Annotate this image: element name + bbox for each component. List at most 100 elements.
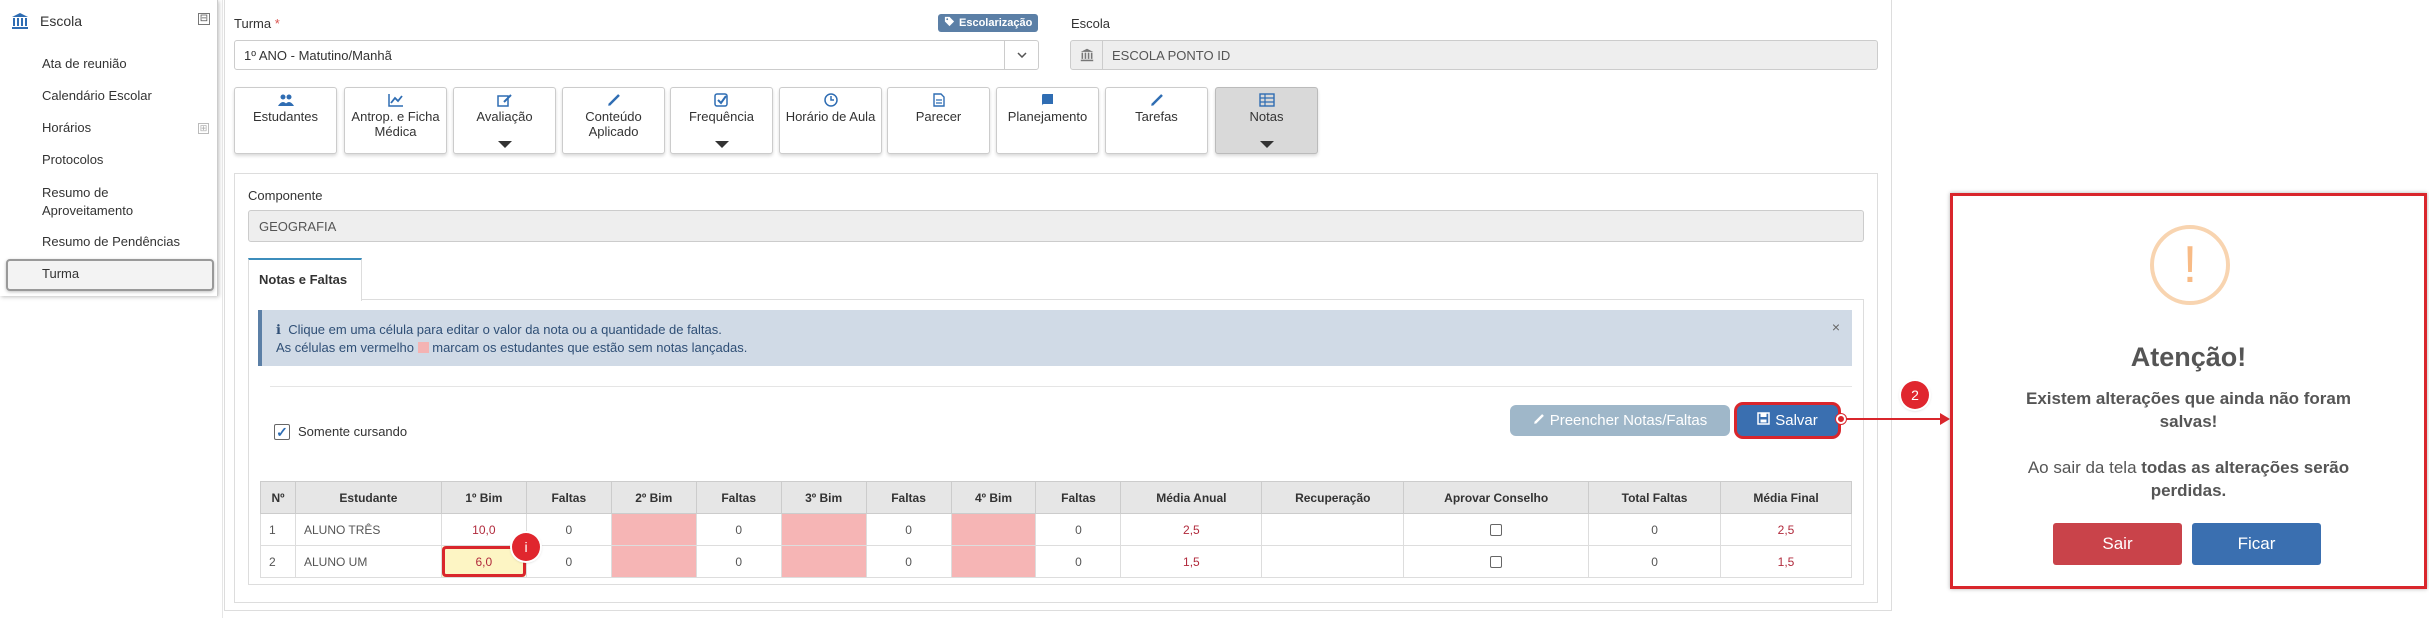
sidebar-item-calendario[interactable]: Calendário Escolar [42, 88, 152, 103]
close-icon[interactable]: × [1832, 318, 1840, 336]
users-icon [277, 93, 294, 107]
cell-aprovar-conselho [1403, 513, 1590, 546]
col-header: Nº [260, 481, 296, 514]
cell-grade-b3-missing[interactable] [780, 545, 867, 578]
save-button[interactable]: Salvar [1737, 405, 1838, 436]
chart-icon [387, 93, 404, 107]
cell-faltas-b1[interactable]: 0 [525, 513, 612, 546]
tab-estudantes[interactable]: Estudantes [234, 87, 337, 154]
sidebar-item-resumo-aproveitamento[interactable]: Resumo de Aproveitamento [42, 184, 162, 220]
grades-table: Nº Estudante 1º Bim Faltas 2º Bim Faltas… [260, 481, 1852, 578]
cell-recuperacao[interactable] [1261, 545, 1405, 578]
cell-media-final: 2,5 [1720, 513, 1852, 546]
cell-faltas-b4[interactable]: 0 [1035, 545, 1122, 578]
save-label: Salvar [1775, 412, 1818, 429]
alert-line-2: As células em vermelho marcam os estudan… [276, 339, 1838, 357]
dialog-info: Ao sair da tela todas as alterações serã… [2003, 456, 2374, 502]
check-square-icon [713, 93, 730, 107]
preencher-label: Preencher Notas/Faltas [1549, 412, 1708, 429]
cell-faltas-b3[interactable]: 0 [865, 513, 952, 546]
sidebar-item-ata[interactable]: Ata de reunião [42, 56, 127, 71]
tabs-bar: Notas e Faltas [248, 258, 1864, 301]
tab-planejamento[interactable]: Planejamento [996, 87, 1099, 154]
sidebar-title: Escola [40, 13, 83, 29]
turma-label-text: Turma [234, 16, 272, 31]
tab-notas-faltas[interactable]: Notas e Faltas [248, 258, 362, 301]
expand-icon[interactable]: ⊞ [198, 123, 209, 134]
annotation-connector-dot [1836, 414, 1846, 424]
tab-antropometria[interactable]: Antrop. e Ficha Médica [344, 87, 447, 154]
edit-icon [496, 93, 513, 107]
tab-parecer[interactable]: Parecer [887, 87, 990, 154]
col-header: Faltas [1035, 481, 1122, 514]
tab-label: Planejamento [1007, 109, 1088, 124]
cell-student: ALUNO UM [294, 545, 442, 578]
tag-icon [944, 16, 955, 30]
cell-grade-b3-missing[interactable] [780, 513, 867, 546]
col-header: Total Faltas [1588, 481, 1722, 514]
cell-recuperacao[interactable] [1261, 513, 1405, 546]
sidebar-item-protocolos[interactable]: Protocolos [42, 152, 103, 167]
chevron-down-icon[interactable] [1004, 41, 1038, 69]
tab-label: Antrop. e Ficha Médica [351, 109, 440, 139]
alert-line-1: ℹ Clique em uma célula para editar o val… [276, 321, 1838, 339]
caret-down-icon [497, 141, 512, 148]
col-header: 2º Bim [610, 481, 697, 514]
table-row: 2 ALUNO UM 6,0 0 0 0 0 1,5 0 1,5 [260, 545, 1852, 578]
sidebar-item-turma[interactable]: Turma [42, 266, 79, 281]
collapse-icon[interactable]: ⊟ [198, 13, 210, 25]
dialog-info-bold: todas as alterações serão perdidas. [2141, 458, 2350, 500]
dialog-title: Atenção! [2130, 342, 2247, 372]
aprovar-conselho-checkbox[interactable] [1490, 524, 1503, 537]
cell-faltas-b2[interactable]: 0 [695, 513, 782, 546]
save-icon [1757, 412, 1770, 429]
col-header: 3º Bim [780, 481, 867, 514]
badge-text: Escolarização [959, 17, 1033, 29]
tab-label: Tarefas [1135, 109, 1178, 124]
col-header: Faltas [695, 481, 782, 514]
tab-notas[interactable]: Notas [1215, 87, 1318, 154]
tab-label: Notas [1249, 109, 1284, 124]
caret-down-icon [714, 141, 729, 148]
red-swatch [417, 342, 429, 353]
stay-button[interactable]: Ficar [2192, 523, 2321, 565]
aprovar-conselho-checkbox[interactable] [1490, 556, 1503, 569]
tab-avaliacao[interactable]: Avaliação [453, 87, 556, 154]
cell-total-faltas: 0 [1588, 545, 1722, 578]
alert-text-2b: marcam os estudantes que estão sem notas… [432, 340, 748, 355]
sidebar-header[interactable]: Escola ⊟ [10, 10, 210, 32]
col-header: Estudante [294, 481, 442, 514]
tab-tarefas[interactable]: Tarefas [1105, 87, 1208, 154]
cell-grade-b4-missing[interactable] [950, 513, 1037, 546]
dialog-info-prefix: Ao sair da tela [2027, 458, 2142, 477]
divider [222, 0, 223, 618]
cell-media-anual: 1,5 [1120, 545, 1263, 578]
cell-total-faltas: 0 [1588, 513, 1722, 546]
required-mark: * [274, 16, 280, 31]
sidebar-item-horarios[interactable]: Horários [42, 120, 91, 135]
preencher-notas-button[interactable]: Preencher Notas/Faltas [1510, 405, 1730, 436]
cell-grade-b4-missing[interactable] [950, 545, 1037, 578]
tab-conteudo-aplicado[interactable]: Conteúdo Aplicado [562, 87, 665, 154]
tab-horario-aula[interactable]: Horário de Aula [779, 87, 882, 154]
cell-grade-b2-missing[interactable] [610, 513, 697, 546]
escola-label: Escola [1071, 16, 1111, 31]
turma-select[interactable]: 1º ANO - Matutino/Manhã [234, 40, 1039, 70]
book-icon [1040, 93, 1056, 107]
cell-faltas-b2[interactable]: 0 [695, 545, 782, 578]
cell-faltas-b3[interactable]: 0 [865, 545, 952, 578]
somente-cursando-checkbox[interactable]: ✓ [274, 424, 290, 440]
cell-number: 1 [260, 513, 296, 546]
cell-media-final: 1,5 [1720, 545, 1852, 578]
sidebar-item-turma-highlight[interactable] [6, 259, 214, 291]
somente-cursando-label: Somente cursando [298, 424, 408, 439]
bank-icon [1071, 41, 1103, 69]
cell-faltas-b4[interactable]: 0 [1035, 513, 1122, 546]
escola-field: ESCOLA PONTO ID [1070, 40, 1878, 70]
exit-button[interactable]: Sair [2053, 523, 2182, 565]
sidebar-item-resumo-pendencias[interactable]: Resumo de Pendências [42, 234, 180, 249]
cell-grade-b2-missing[interactable] [610, 545, 697, 578]
clock-icon [823, 93, 839, 107]
alert-text-1: Clique em uma célula para editar o valor… [288, 322, 722, 337]
tab-frequencia[interactable]: Frequência [670, 87, 773, 154]
